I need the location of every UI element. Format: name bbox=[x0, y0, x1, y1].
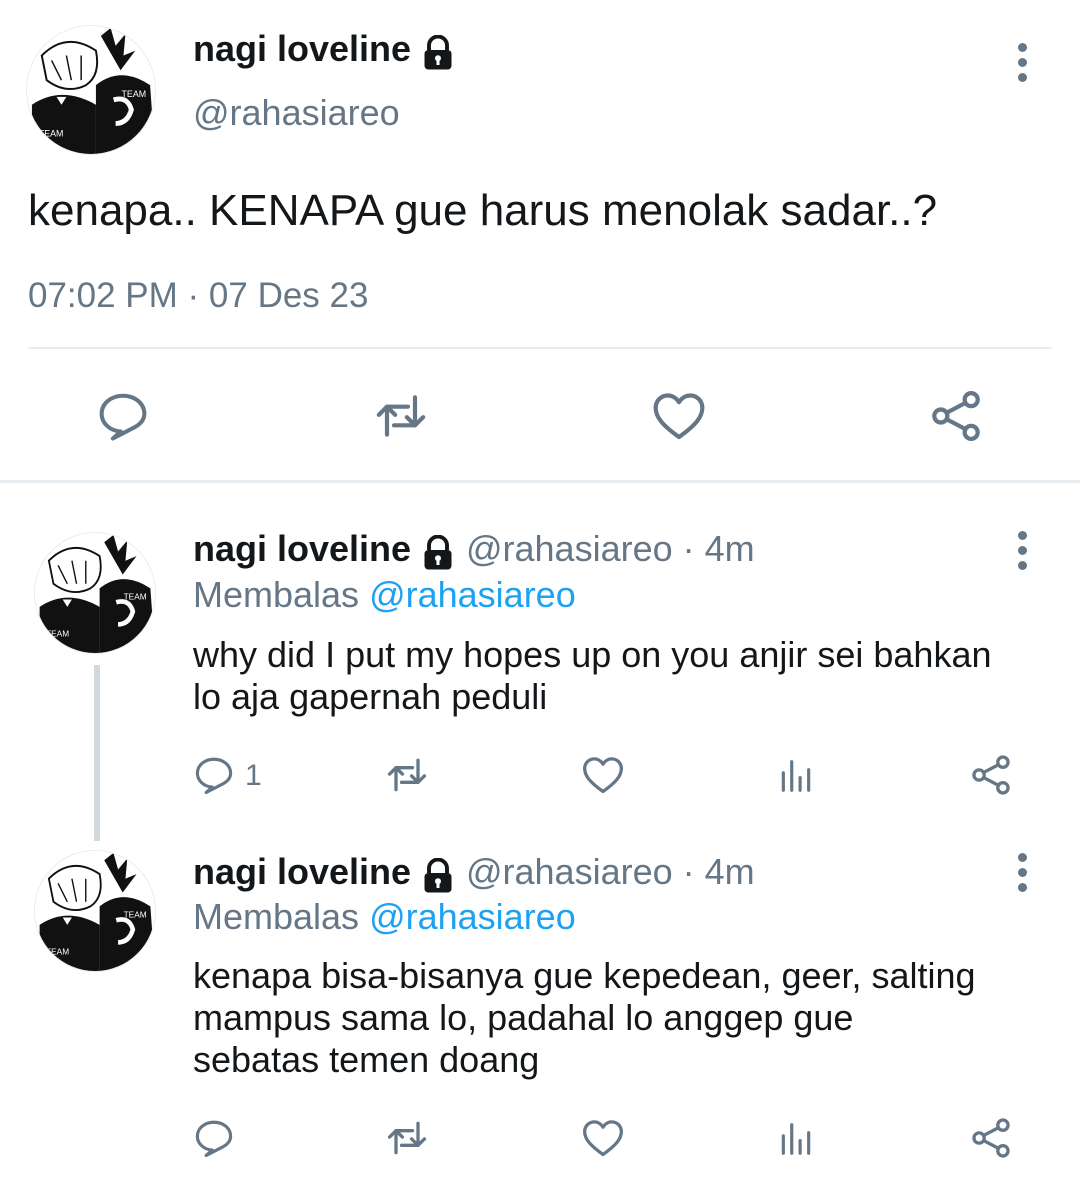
stats-icon[interactable] bbox=[777, 757, 815, 795]
avatar[interactable] bbox=[26, 25, 156, 155]
replying-to: Membalas @rahasiareo bbox=[193, 896, 576, 938]
lock-icon bbox=[420, 35, 456, 71]
display-name[interactable]: nagi loveline bbox=[193, 28, 411, 69]
share-icon[interactable] bbox=[969, 1116, 1013, 1160]
lock-icon bbox=[420, 858, 456, 894]
like-icon[interactable] bbox=[651, 388, 707, 444]
reply-count: 1 bbox=[245, 759, 262, 792]
reply-icon[interactable] bbox=[193, 754, 235, 796]
reply-text-line: mampus sama lo, padahal lo anggep gue bbox=[193, 997, 854, 1038]
like-icon[interactable] bbox=[581, 753, 625, 797]
reply-text-line: lo aja gapernah peduli bbox=[193, 676, 548, 717]
stats-icon[interactable] bbox=[777, 1120, 815, 1158]
reply-icon[interactable] bbox=[193, 1117, 235, 1159]
share-icon[interactable] bbox=[969, 753, 1013, 797]
mention-link[interactable]: @rahasiareo bbox=[369, 574, 576, 615]
reply-icon[interactable] bbox=[96, 389, 150, 443]
thread-line bbox=[94, 665, 100, 841]
replying-to-label: Membalas bbox=[193, 896, 360, 937]
replying-to-label: Membalas bbox=[193, 574, 360, 615]
avatar[interactable] bbox=[34, 532, 156, 654]
reply-text-line: sebatas temen doang bbox=[193, 1039, 540, 1080]
share-icon[interactable] bbox=[928, 388, 984, 444]
lock-icon bbox=[420, 535, 456, 571]
mention-link[interactable]: @rahasiareo bbox=[369, 896, 576, 937]
more-options-icon[interactable] bbox=[1012, 43, 1032, 88]
retweet-icon[interactable] bbox=[384, 753, 430, 797]
reply-header: nagi loveline @rahasiareo · 4m bbox=[193, 528, 755, 571]
avatar[interactable] bbox=[34, 850, 156, 972]
handle[interactable]: @rahasiareo bbox=[193, 92, 400, 134]
replying-to: Membalas @rahasiareo bbox=[193, 574, 576, 616]
tweet-text: kenapa.. KENAPA gue harus menolak sadar.… bbox=[28, 186, 938, 235]
reply-text: why did I put my hopes up on you anjir s… bbox=[193, 634, 1063, 718]
reply-header: nagi loveline @rahasiareo · 4m bbox=[193, 851, 755, 894]
more-options-icon[interactable] bbox=[1012, 853, 1032, 898]
display-name[interactable]: nagi loveline bbox=[193, 528, 411, 569]
handle-time[interactable]: @rahasiareo · 4m bbox=[466, 528, 755, 569]
section-divider bbox=[0, 480, 1080, 483]
handle-time[interactable]: @rahasiareo · 4m bbox=[466, 851, 755, 892]
reply-text-line: why did I put my hopes up on you anjir s… bbox=[193, 634, 992, 675]
retweet-icon[interactable] bbox=[384, 1116, 430, 1160]
more-options-icon[interactable] bbox=[1012, 531, 1032, 576]
display-name-row: nagi loveline bbox=[193, 28, 456, 71]
reply-text: kenapa bisa-bisanya gue kepedean, geer, … bbox=[193, 955, 1063, 1081]
tweet-timestamp: 07:02 PM · 07 Des 23 bbox=[28, 276, 369, 315]
reply-text-line: kenapa bisa-bisanya gue kepedean, geer, … bbox=[193, 955, 976, 996]
like-icon[interactable] bbox=[581, 1116, 625, 1160]
retweet-icon[interactable] bbox=[371, 388, 431, 444]
divider bbox=[28, 347, 1052, 349]
display-name[interactable]: nagi loveline bbox=[193, 851, 411, 892]
